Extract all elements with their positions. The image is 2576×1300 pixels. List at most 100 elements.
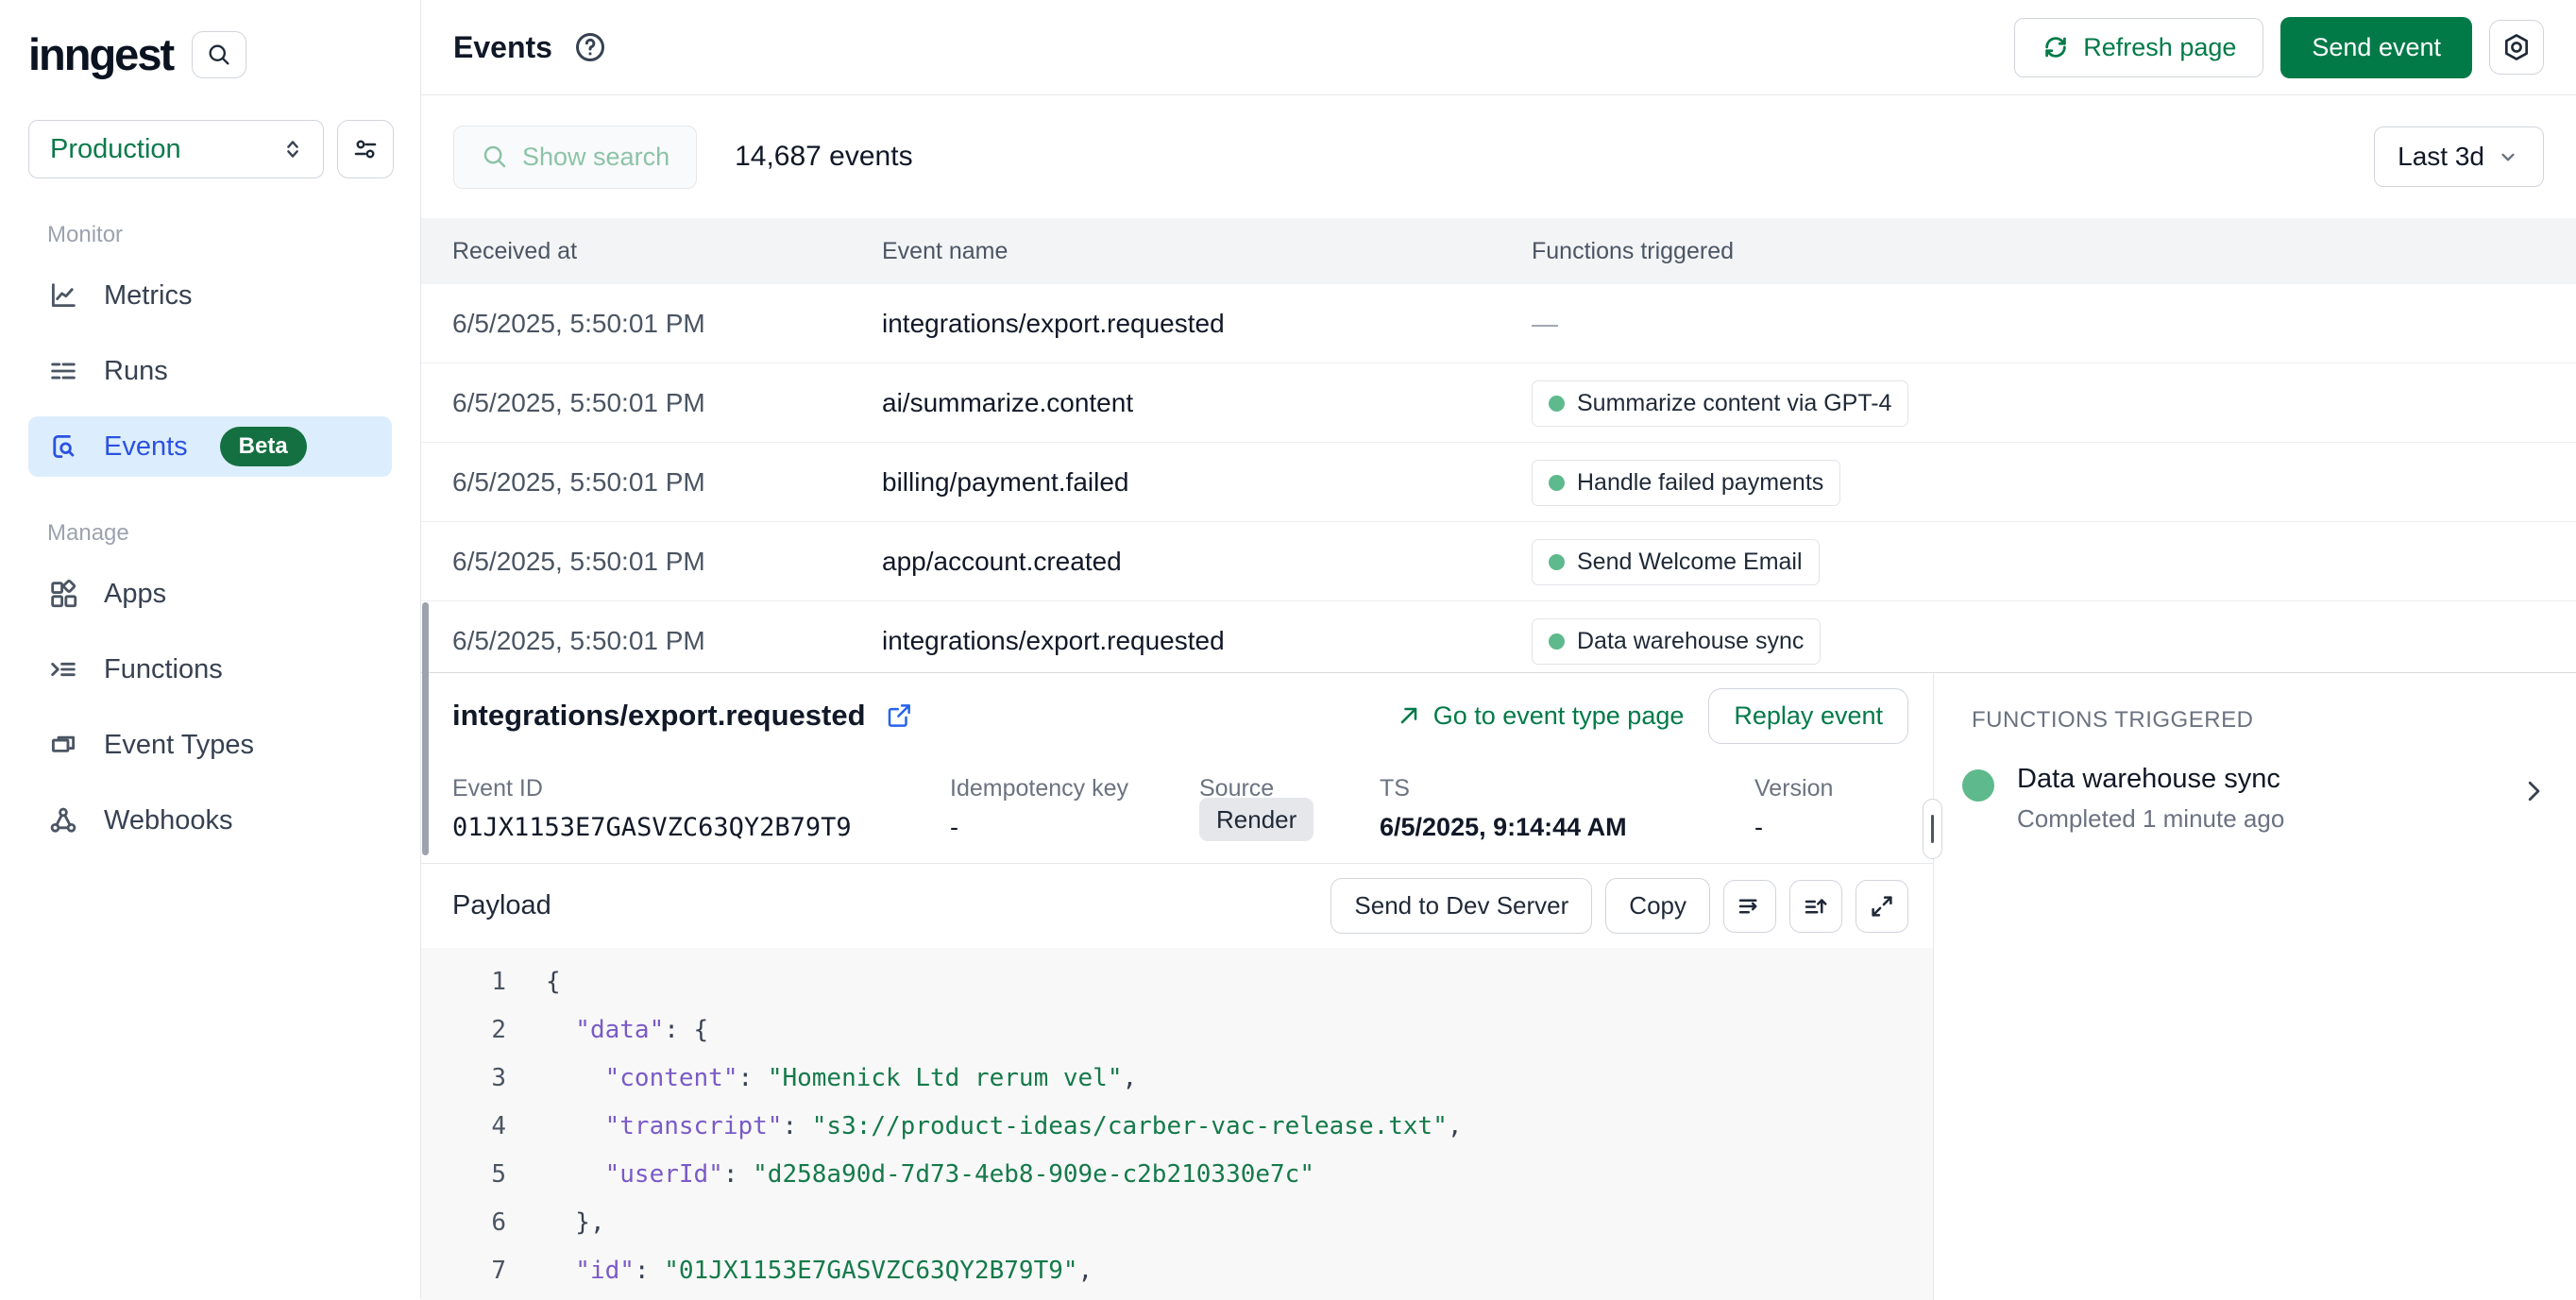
global-search-button[interactable] bbox=[192, 31, 246, 78]
replay-event-button[interactable]: Replay event bbox=[1708, 688, 1908, 744]
function-badge-label: Data warehouse sync bbox=[1577, 628, 1804, 655]
triggered-function-item[interactable]: Data warehouse sync Completed 1 minute a… bbox=[1962, 764, 2548, 834]
send-to-dev-server-button[interactable]: Send to Dev Server bbox=[1330, 878, 1592, 934]
source-badge: Render bbox=[1199, 798, 1313, 841]
row-event-name: billing/payment.failed bbox=[882, 443, 1129, 522]
row-no-functions: — bbox=[1532, 309, 1558, 339]
events-icon bbox=[47, 431, 79, 463]
row-event-name: integrations/export.requested bbox=[882, 601, 1225, 681]
search-icon bbox=[481, 143, 509, 171]
events-count: 14,687 events bbox=[735, 141, 912, 173]
sidebar-item-label: Metrics bbox=[104, 280, 192, 312]
table-row[interactable]: 6/5/2025, 5:50:01 PM billing/payment.fai… bbox=[421, 443, 2576, 522]
sidebar-item-label: Runs bbox=[104, 356, 168, 387]
code-line: 2 "data": { bbox=[421, 1005, 1933, 1054]
status-dot-icon bbox=[1549, 633, 1565, 650]
sidebar-item-label: Event Types bbox=[104, 730, 254, 761]
version-label: Version bbox=[1754, 775, 1833, 802]
help-button[interactable] bbox=[573, 30, 607, 64]
function-badge-label: Summarize content via GPT-4 bbox=[1577, 390, 1891, 417]
events-toolbar: Show search 14,687 events Last 3d bbox=[421, 95, 2576, 218]
functions-triggered-panel: FUNCTIONS TRIGGERED Data warehouse sync … bbox=[1933, 673, 2576, 1300]
open-event-external-button[interactable] bbox=[885, 701, 913, 730]
event-types-icon bbox=[47, 729, 79, 761]
sidebar-item-apps[interactable]: Apps bbox=[28, 564, 392, 624]
runs-icon bbox=[47, 355, 79, 387]
table-row[interactable]: 6/5/2025, 5:50:01 PM integrations/export… bbox=[421, 601, 2576, 681]
scroll-to-top-button[interactable] bbox=[1789, 880, 1842, 933]
row-received-at: 6/5/2025, 5:50:01 PM bbox=[452, 443, 705, 522]
row-event-name: app/account.created bbox=[882, 522, 1122, 601]
external-link-icon bbox=[885, 701, 913, 730]
triggered-function-name: Data warehouse sync bbox=[2017, 764, 2284, 795]
functions-triggered-heading: FUNCTIONS TRIGGERED bbox=[1972, 707, 2253, 734]
show-search-button[interactable]: Show search bbox=[453, 126, 697, 189]
go-to-event-type-link[interactable]: Go to event type page bbox=[1396, 701, 1685, 731]
payload-code-editor[interactable]: 1{ 2 "data": { 3 "content": "Homenick Lt… bbox=[421, 948, 1933, 1300]
expand-payload-button[interactable] bbox=[1856, 880, 1908, 933]
triggered-function-status: Completed 1 minute ago bbox=[2017, 804, 2284, 834]
sidebar-item-event-types[interactable]: Event Types bbox=[28, 715, 392, 775]
chevron-down-icon bbox=[2496, 144, 2520, 169]
function-badge[interactable]: Handle failed payments bbox=[1532, 460, 1840, 506]
panel-resize-handle[interactable] bbox=[1923, 799, 1942, 859]
events-list-scrollbar[interactable] bbox=[422, 602, 429, 855]
version-value: - bbox=[1754, 813, 1763, 842]
events-table-header: Received at Event name Functions trigger… bbox=[421, 218, 2576, 284]
gear-icon bbox=[2501, 32, 2532, 62]
sidebar-item-events[interactable]: Events Beta bbox=[28, 416, 392, 477]
event-detail-panel: integrations/export.requested Go to even… bbox=[421, 672, 2576, 1299]
go-to-event-type-label: Go to event type page bbox=[1433, 701, 1685, 731]
row-received-at: 6/5/2025, 5:50:01 PM bbox=[452, 601, 705, 681]
sidebar-item-metrics[interactable]: Metrics bbox=[28, 265, 392, 326]
table-row[interactable]: 6/5/2025, 5:50:01 PM app/account.created… bbox=[421, 522, 2576, 601]
time-range-dropdown[interactable]: Last 3d bbox=[2374, 127, 2544, 187]
status-dot-icon bbox=[1549, 475, 1565, 491]
settings-button[interactable] bbox=[2489, 20, 2544, 75]
function-badge[interactable]: Send Welcome Email bbox=[1532, 539, 1820, 585]
page-title: Events bbox=[453, 30, 552, 65]
idempotency-key-label: Idempotency key bbox=[950, 775, 1128, 802]
expand-icon bbox=[1868, 892, 1896, 920]
table-row[interactable]: 6/5/2025, 5:50:01 PM integrations/export… bbox=[421, 284, 2576, 363]
code-line: 7 "id": "01JX1153E7GASVZC63QY2B79T9", bbox=[421, 1246, 1933, 1294]
status-dot-icon bbox=[1549, 396, 1565, 412]
wrap-text-button[interactable] bbox=[1723, 880, 1776, 933]
beta-badge: Beta bbox=[220, 427, 307, 466]
sliders-icon bbox=[351, 135, 380, 163]
sidebar-item-label: Events bbox=[104, 431, 188, 463]
metrics-icon bbox=[47, 279, 79, 312]
environment-select[interactable]: Production bbox=[28, 120, 324, 178]
sidebar-section-monitor: Monitor bbox=[47, 222, 392, 248]
scroll-to-top-icon bbox=[1802, 892, 1830, 920]
idempotency-key-value: - bbox=[950, 813, 958, 842]
page-header: Events Refresh page Send event bbox=[421, 0, 2576, 95]
send-event-button[interactable]: Send event bbox=[2280, 17, 2472, 78]
table-row[interactable]: 6/5/2025, 5:50:01 PM ai/summarize.conten… bbox=[421, 363, 2576, 443]
sidebar-section-manage: Manage bbox=[47, 520, 392, 547]
arrow-up-right-icon bbox=[1396, 702, 1422, 729]
time-range-value: Last 3d bbox=[2398, 142, 2484, 172]
sidebar-item-runs[interactable]: Runs bbox=[28, 341, 392, 401]
refresh-page-button[interactable]: Refresh page bbox=[2014, 18, 2263, 77]
environment-select-value: Production bbox=[50, 134, 181, 165]
function-badge[interactable]: Summarize content via GPT-4 bbox=[1532, 380, 1908, 427]
environment-settings-button[interactable] bbox=[337, 120, 394, 178]
row-received-at: 6/5/2025, 5:50:01 PM bbox=[452, 363, 705, 443]
sidebar-item-functions[interactable]: Functions bbox=[28, 639, 392, 700]
ts-label: TS bbox=[1380, 775, 1410, 802]
code-line: 1{ bbox=[421, 957, 1933, 1005]
event-detail-title: integrations/export.requested bbox=[452, 699, 866, 733]
sidebar-item-webhooks[interactable]: Webhooks bbox=[28, 790, 392, 851]
send-event-label: Send event bbox=[2312, 33, 2441, 62]
code-line: 4 "transcript": "s3://product-ideas/carb… bbox=[421, 1102, 1933, 1150]
refresh-icon bbox=[2042, 33, 2070, 61]
functions-icon bbox=[47, 653, 79, 685]
copy-payload-button[interactable]: Copy bbox=[1605, 878, 1710, 934]
status-dot-icon bbox=[1549, 554, 1565, 570]
show-search-label: Show search bbox=[522, 143, 669, 172]
row-received-at: 6/5/2025, 5:50:01 PM bbox=[452, 284, 705, 363]
function-badge[interactable]: Data warehouse sync bbox=[1532, 618, 1821, 665]
sidebar: inngest Production Monitor Metrics bbox=[0, 0, 421, 1299]
payload-title: Payload bbox=[452, 890, 551, 921]
